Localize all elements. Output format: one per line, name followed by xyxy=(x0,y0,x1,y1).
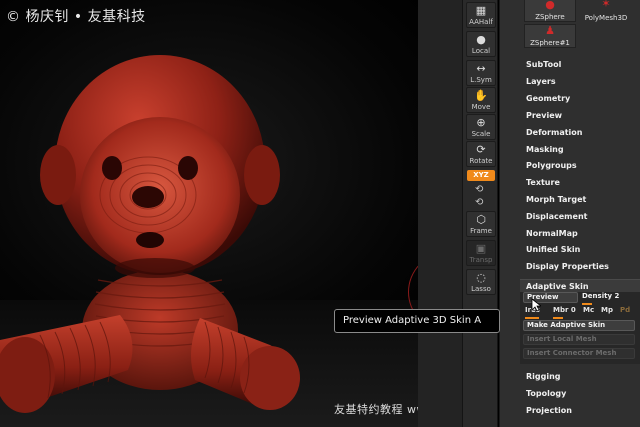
tool-zsphere1-label: ZSphere#1 xyxy=(530,39,570,47)
mc-toggle[interactable]: Mc xyxy=(583,306,594,317)
scale-button[interactable]: ⊕ Scale xyxy=(466,114,496,140)
preview-tooltip: Preview Adaptive 3D Skin A xyxy=(334,309,500,333)
lasso-icon: ◌ xyxy=(476,271,486,284)
density-slider[interactable]: Density 2 xyxy=(582,292,638,305)
lsym-label: L.Sym xyxy=(470,76,492,84)
aahalf-label: AAHalf xyxy=(469,18,493,26)
local-sphere-icon: ● xyxy=(476,33,486,46)
hand-move-icon: ✋ xyxy=(474,89,488,102)
lsym-icon: ↔ xyxy=(476,62,486,75)
scale-icon: ⊕ xyxy=(476,116,486,129)
lasso-button[interactable]: ◌ Lasso xyxy=(466,269,496,295)
insert-local-mesh-button[interactable]: Insert Local Mesh xyxy=(523,334,635,345)
lasso-label: Lasso xyxy=(471,285,491,293)
menu-deformation[interactable]: Deformation xyxy=(526,128,582,137)
tool-thumbnails: ● ZSphere ✶ PolyMesh3D ♟ ZSphere#1 xyxy=(524,0,638,50)
make-adaptive-skin-button[interactable]: Make Adaptive Skin xyxy=(523,320,635,331)
transp-label: Transp xyxy=(469,256,493,264)
menu-rigging[interactable]: Rigging xyxy=(526,372,561,381)
transp-button[interactable]: ▣ Transp xyxy=(466,240,496,266)
menu-preview[interactable]: Preview xyxy=(526,111,562,120)
scale-label: Scale xyxy=(471,130,491,138)
mbr-slider-fill xyxy=(553,317,563,319)
menu-display-properties[interactable]: Display Properties xyxy=(526,262,609,271)
menu-subtool[interactable]: SubTool xyxy=(526,60,561,69)
mp-toggle[interactable]: Mp xyxy=(601,306,613,317)
menu-polygroups[interactable]: Polygroups xyxy=(526,161,577,170)
mbr-label: Mbr 0 xyxy=(553,306,576,314)
tool-polymesh3d[interactable]: ✶ PolyMesh3D xyxy=(580,0,632,22)
adaptive-skin-model xyxy=(0,55,300,413)
rotate-z-icon[interactable]: ⟲ xyxy=(475,197,483,208)
tool-zsphere1[interactable]: ♟ ZSphere#1 xyxy=(524,24,576,48)
mouse-pointer-icon xyxy=(531,298,541,312)
mc-label: Mc xyxy=(583,306,595,314)
tool-palette: ● ZSphere ✶ PolyMesh3D ♟ ZSphere#1 SubTo… xyxy=(499,0,640,427)
menu-projection[interactable]: Projection xyxy=(526,406,572,415)
menu-layers[interactable]: Layers xyxy=(526,77,556,86)
watermark-top: © 杨庆钊 • 友基科技 xyxy=(6,9,146,25)
rotate-label: Rotate xyxy=(469,157,493,165)
menu-normalmap[interactable]: NormalMap xyxy=(526,229,578,238)
rotate-icon: ⟳ xyxy=(476,143,486,156)
mbr-slider[interactable]: Mbr 0 xyxy=(553,306,576,317)
viewport-divider xyxy=(418,0,462,427)
menu-adaptive-skin[interactable]: Adaptive Skin xyxy=(520,279,640,292)
ires-slider-fill xyxy=(525,317,539,319)
density-label: Density 2 xyxy=(582,292,620,300)
viewport-canvas[interactable]: © 杨庆钊 • 友基科技 友基特约教程 www.ugee.com.cn xyxy=(0,0,462,427)
zsphere1-icon: ♟ xyxy=(545,24,555,37)
density-slider-fill xyxy=(582,303,592,305)
polymesh-star-icon: ✶ xyxy=(601,0,611,10)
aahalf-icon: ▦ xyxy=(475,4,487,17)
mp-label: Mp xyxy=(601,306,613,314)
transp-icon: ▣ xyxy=(475,242,487,255)
pd-toggle[interactable]: Pd xyxy=(620,306,630,317)
right-shelf: ▦ AAHalf ● Local ↔ L.Sym ✋ Move ⊕ Scale … xyxy=(462,0,498,427)
tool-polymesh3d-label: PolyMesh3D xyxy=(584,14,628,22)
tool-zsphere[interactable]: ● ZSphere xyxy=(524,0,576,22)
menu-displacement[interactable]: Displacement xyxy=(526,212,587,221)
rotate-y-icon[interactable]: ⟲ xyxy=(475,184,483,195)
menu-morph-target[interactable]: Morph Target xyxy=(526,195,586,204)
lsym-button[interactable]: ↔ L.Sym xyxy=(466,60,496,86)
local-button[interactable]: ● Local xyxy=(466,31,496,57)
xyz-toggle[interactable]: XYZ xyxy=(467,170,495,181)
aahalf-button[interactable]: ▦ AAHalf xyxy=(466,2,496,28)
menu-topology[interactable]: Topology xyxy=(526,389,566,398)
move-label: Move xyxy=(471,103,491,111)
move-button[interactable]: ✋ Move xyxy=(466,87,496,113)
tool-zsphere-label: ZSphere xyxy=(535,13,565,21)
zsphere-icon: ● xyxy=(545,0,555,11)
frame-button[interactable]: ⬡ Frame xyxy=(466,211,496,237)
insert-connector-mesh-button[interactable]: Insert Connector Mesh xyxy=(523,348,635,359)
rotate-button[interactable]: ⟳ Rotate xyxy=(466,141,496,167)
menu-geometry[interactable]: Geometry xyxy=(526,94,570,103)
frame-cube-icon: ⬡ xyxy=(476,213,486,226)
menu-masking[interactable]: Masking xyxy=(526,145,564,154)
frame-label: Frame xyxy=(470,227,492,235)
local-label: Local xyxy=(471,47,491,55)
menu-texture[interactable]: Texture xyxy=(526,178,560,187)
pd-label: Pd xyxy=(620,306,631,314)
menu-unified-skin[interactable]: Unified Skin xyxy=(526,245,580,254)
